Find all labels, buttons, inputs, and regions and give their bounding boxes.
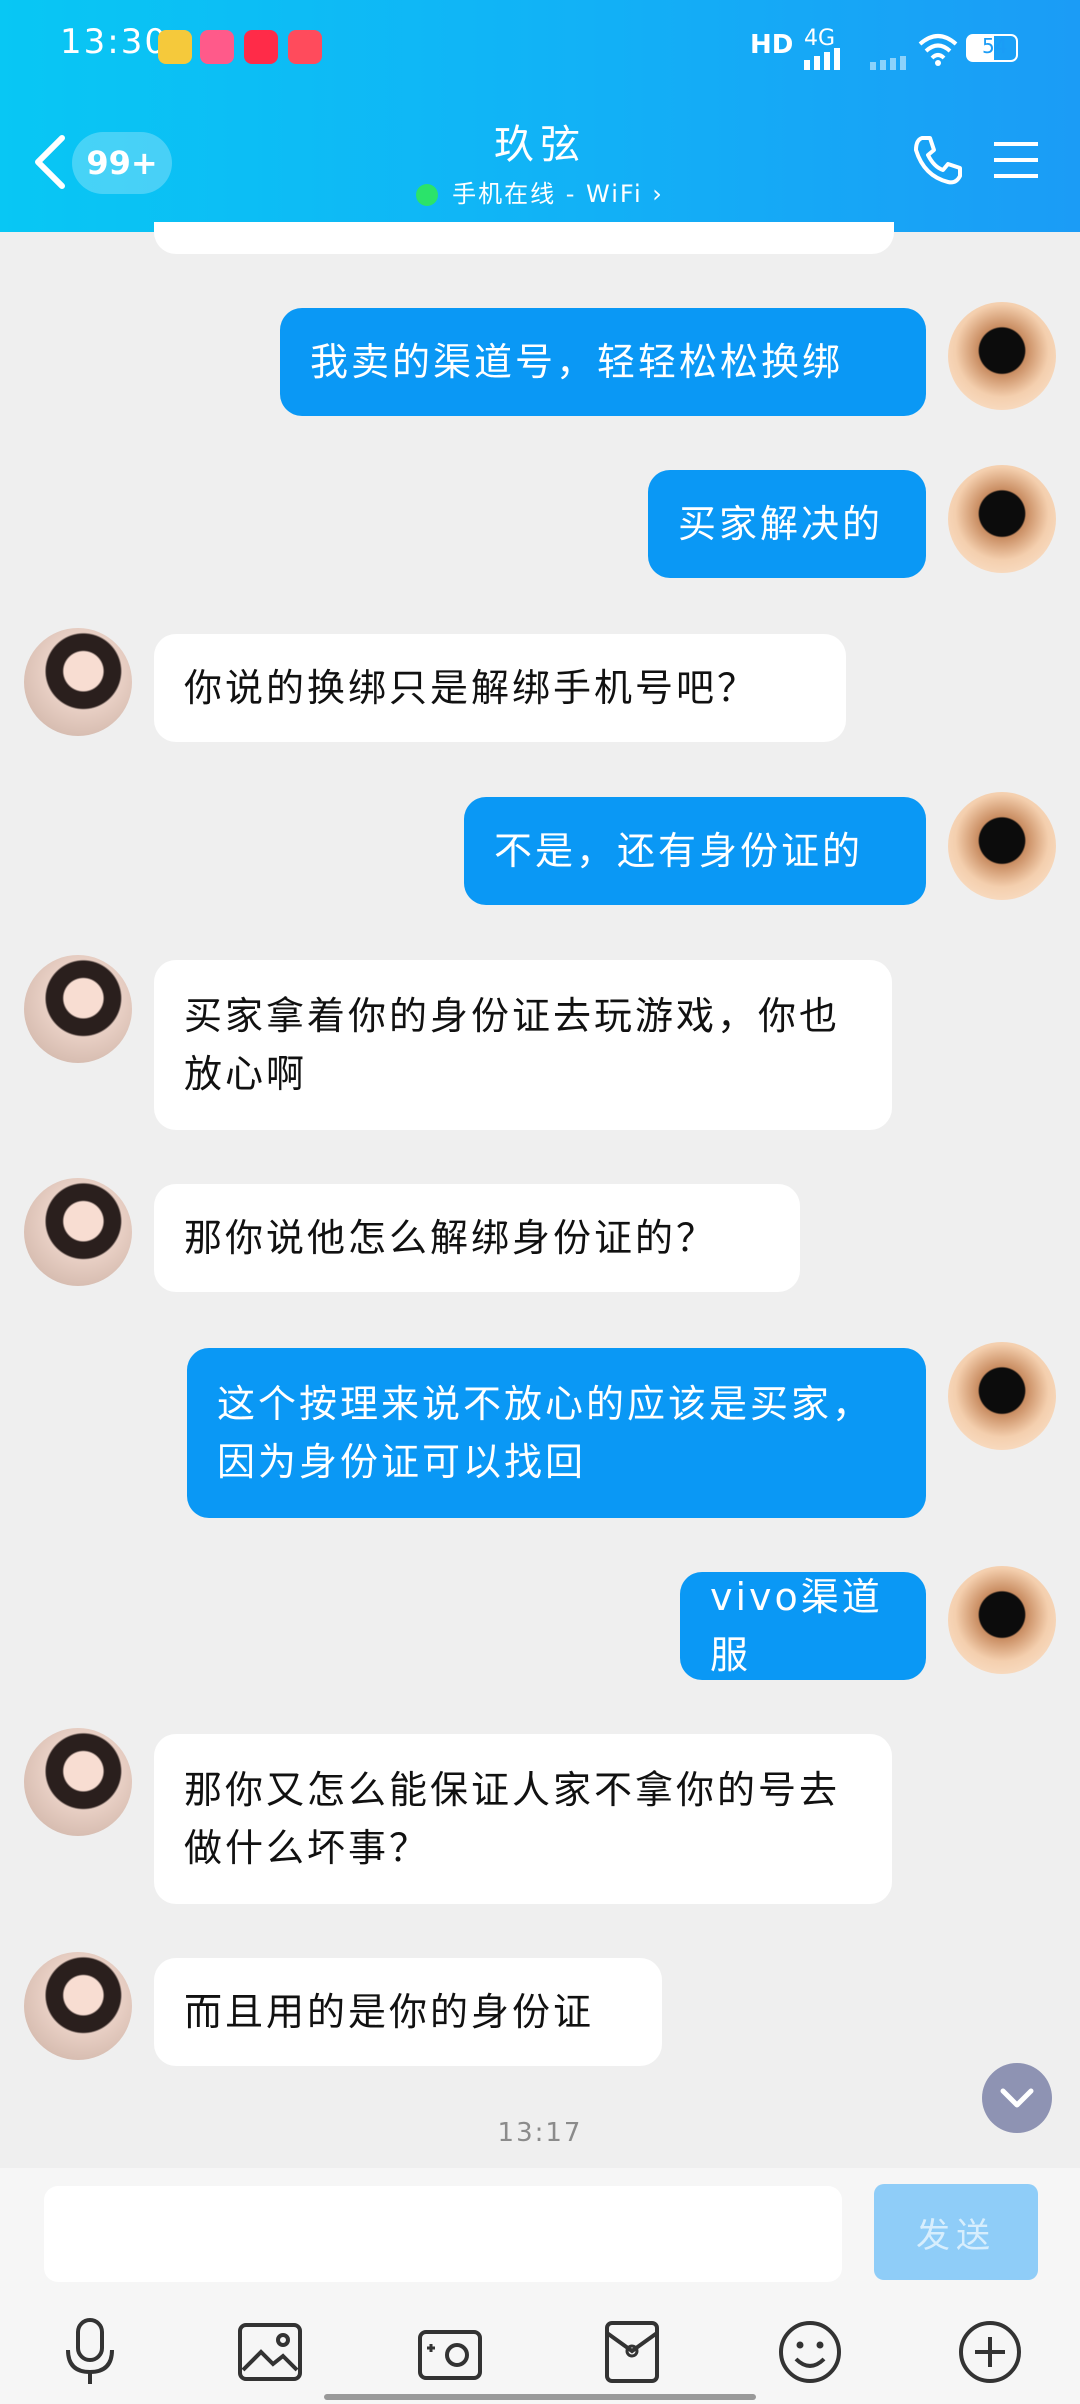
my-avatar[interactable] — [948, 1566, 1056, 1674]
my-avatar[interactable] — [948, 792, 1056, 900]
emoji-button[interactable] — [772, 2314, 848, 2390]
my-avatar[interactable] — [948, 465, 1056, 573]
plus-circle-icon — [959, 2321, 1021, 2383]
online-status-icon — [416, 184, 439, 206]
battery-level: 54 — [982, 34, 1008, 58]
camera-icon — [418, 2330, 482, 2380]
microphone-icon — [66, 2318, 114, 2384]
partial-message-bubble — [154, 222, 894, 254]
message-bubble-in[interactable]: 买家拿着你的身份证去玩游戏，你也放心啊 — [154, 960, 892, 1130]
status-time: 13:30 — [60, 22, 168, 62]
message-bubble-out[interactable]: vivo渠道服 — [680, 1572, 926, 1680]
signal-icon — [804, 48, 840, 70]
chevron-right-icon: › — [642, 180, 664, 208]
send-button[interactable]: 发送 — [874, 2184, 1038, 2280]
chevron-down-icon — [1000, 2088, 1034, 2108]
phone-call-icon[interactable] — [910, 132, 966, 188]
message-bubble-out[interactable]: 买家解决的 — [648, 470, 926, 578]
message-bubble-in[interactable]: 而且用的是你的身份证 — [154, 1958, 662, 2066]
message-timestamp: 13:17 — [497, 2118, 583, 2148]
my-avatar[interactable] — [948, 1342, 1056, 1450]
photo-button[interactable] — [232, 2314, 308, 2390]
hd-indicator: HD — [750, 30, 794, 60]
message-bubble-in[interactable]: 那你又怎么能保证人家不拿你的号去做什么坏事？ — [154, 1734, 892, 1904]
smiley-icon — [779, 2321, 841, 2383]
red-envelope-icon — [605, 2321, 659, 2383]
chat-header: 13:30 HD 4G 54 99+ 玖弦 手机在线 - WiFi › — [0, 0, 1080, 232]
contact-avatar[interactable] — [24, 628, 132, 736]
my-avatar[interactable] — [948, 302, 1056, 410]
contact-status-text: 手机在线 - WiFi — [452, 180, 643, 208]
voice-button[interactable] — [52, 2314, 128, 2390]
contact-avatar[interactable] — [24, 955, 132, 1063]
menu-icon[interactable] — [994, 140, 1038, 180]
image-icon — [238, 2323, 302, 2381]
battery-icon: 54 — [966, 34, 1018, 62]
message-bubble-out[interactable]: 这个按理来说不放心的应该是买家，因为身份证可以找回 — [187, 1348, 926, 1518]
camera-button[interactable] — [412, 2314, 488, 2390]
message-bubble-out[interactable]: 我卖的渠道号，轻轻松松换绑 — [280, 308, 926, 416]
message-bubble-out[interactable]: 不是，还有身份证的 — [464, 797, 926, 905]
contact-avatar[interactable] — [24, 1728, 132, 1836]
home-indicator[interactable] — [324, 2394, 756, 2400]
weibo-app-icon — [158, 30, 192, 64]
contact-avatar[interactable] — [24, 1952, 132, 2060]
signal-2-icon — [870, 56, 906, 70]
message-bubble-in[interactable]: 你说的换绑只是解绑手机号吧？ — [154, 634, 846, 742]
contact-avatar[interactable] — [24, 1178, 132, 1286]
music-app-icon — [288, 30, 322, 64]
more-button[interactable] — [952, 2314, 1028, 2390]
message-input[interactable] — [44, 2186, 842, 2282]
red-packet-button[interactable] — [594, 2314, 670, 2390]
wifi-icon — [918, 34, 958, 66]
xiaohongshu-app-icon — [244, 30, 278, 64]
message-bubble-in[interactable]: 那你说他怎么解绑身份证的？ — [154, 1184, 800, 1292]
bilibili-app-icon — [200, 30, 234, 64]
